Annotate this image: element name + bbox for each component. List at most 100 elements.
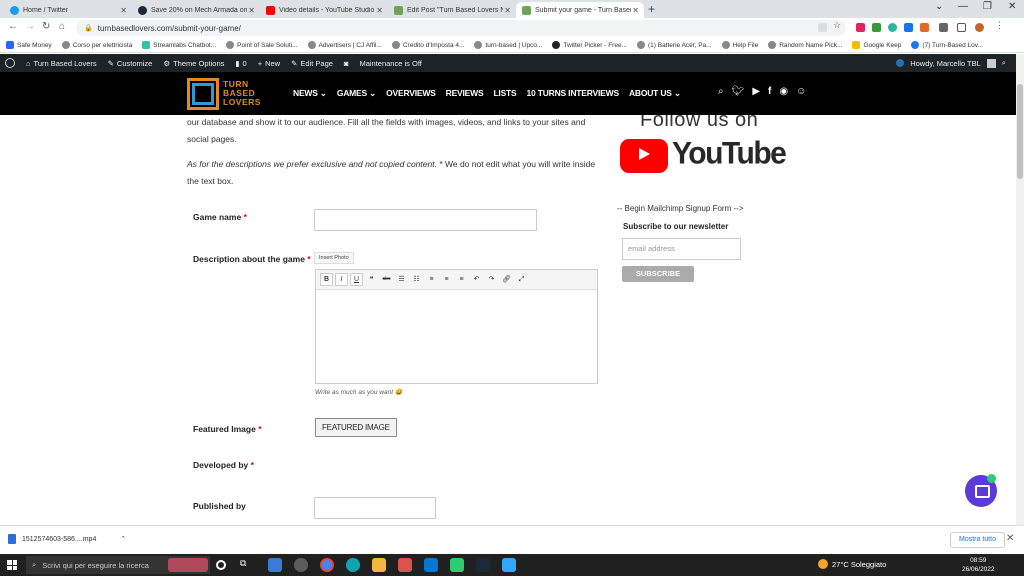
extension-new-icon[interactable]: [904, 23, 913, 32]
window-close-icon[interactable]: ✕: [1008, 1, 1016, 12]
underline-button[interactable]: U: [350, 273, 363, 286]
align-right-icon[interactable]: ≡: [455, 273, 468, 286]
italic-button[interactable]: I: [335, 273, 348, 286]
blockquote-icon[interactable]: ❝: [365, 273, 378, 286]
edge-icon[interactable]: [346, 558, 360, 572]
extension-icon[interactable]: [872, 23, 881, 32]
wp-new[interactable]: + New: [258, 59, 280, 68]
close-icon[interactable]: ✕: [248, 6, 255, 15]
bookmark-star-icon[interactable]: ☆: [833, 20, 842, 30]
bookmark-item[interactable]: Streamlabs Chatbot...: [142, 41, 216, 49]
menu-10-turns-interviews[interactable]: 10 TURNS INTERVIEWS: [527, 88, 620, 99]
published-by-input[interactable]: [314, 497, 436, 519]
wp-comments[interactable]: ▮ 0: [235, 59, 246, 68]
taskbar-clock[interactable]: 08:59 26/06/2022: [962, 556, 995, 574]
home-icon[interactable]: ⌂: [59, 21, 65, 32]
twitter-icon[interactable]: 🐦︎: [732, 86, 745, 97]
wp-customize[interactable]: ✎ Customize: [108, 59, 153, 68]
notification-icon[interactable]: [896, 59, 905, 67]
undo-icon[interactable]: ↶: [470, 273, 483, 286]
steam-icon[interactable]: ◉: [779, 86, 788, 97]
extensions-puzzle-icon[interactable]: [939, 23, 948, 32]
back-icon[interactable]: ←: [8, 21, 18, 32]
photoshop-icon[interactable]: [502, 558, 516, 572]
close-icon[interactable]: ✕: [632, 6, 639, 15]
taskbar-app-icon[interactable]: [294, 558, 308, 572]
bookmark-item[interactable]: Twitter Picker - Free...: [552, 41, 627, 49]
extension-icon[interactable]: [920, 23, 929, 32]
scrollbar-thumb[interactable]: [1017, 84, 1023, 179]
minimize-icon[interactable]: —: [958, 1, 968, 12]
wp-logo-menu[interactable]: [5, 58, 15, 68]
wp-maintenance[interactable]: Maintenance is Off: [359, 59, 421, 68]
page-scrollbar[interactable]: [1016, 54, 1024, 525]
bookmark-item[interactable]: Point of Sale Soluti...: [226, 41, 298, 49]
facebook-icon[interactable]: f: [768, 86, 771, 97]
windows-start-icon[interactable]: [7, 560, 17, 570]
tab-edit-post[interactable]: Edit Post "Turn Based Lovers Ne ✕: [388, 2, 516, 18]
menu-reviews[interactable]: REVIEWS: [446, 88, 484, 99]
tab-twitter[interactable]: Home / Twitter ✕: [4, 2, 132, 18]
menu-about-us[interactable]: ABOUT US ⌄: [629, 88, 681, 99]
bookmark-item[interactable]: Corso per elettricista: [61, 41, 132, 49]
close-icon[interactable]: ✕: [376, 6, 383, 15]
bookmark-item[interactable]: (7) Turn-Based Lov...: [911, 41, 983, 49]
numbered-list-icon[interactable]: ☷: [410, 273, 423, 286]
taskbar-app-icon[interactable]: [450, 558, 464, 572]
wp-theme-options[interactable]: ⚙ Theme Options: [163, 59, 224, 68]
menu-dots-icon[interactable]: ⋮: [995, 20, 1004, 30]
menu-lists[interactable]: LISTS: [493, 88, 516, 99]
site-logo[interactable]: TURN BASED LOVERS: [187, 76, 269, 112]
bookmark-item[interactable]: Google Keep: [852, 41, 901, 49]
share-icon[interactable]: [818, 23, 827, 32]
cortana-icon[interactable]: [216, 560, 226, 570]
menu-news[interactable]: NEWS ⌄: [293, 88, 327, 99]
bookmark-item[interactable]: Help File: [721, 41, 758, 49]
weather-widget[interactable]: 27°C Soleggiato: [818, 559, 886, 569]
tab-steam[interactable]: Save 20% on Mech Armada on S ✕: [132, 2, 260, 18]
pocket-icon[interactable]: [856, 23, 865, 32]
show-all-downloads-button[interactable]: Mostra tutto: [950, 532, 1005, 548]
menu-games[interactable]: GAMES ⌄: [337, 88, 376, 99]
featured-image-button[interactable]: FEATURED IMAGE: [315, 418, 397, 437]
redo-icon[interactable]: ↷: [485, 273, 498, 286]
bullet-list-icon[interactable]: ☰: [395, 273, 408, 286]
discord-icon[interactable]: ☺: [796, 86, 806, 97]
download-item[interactable]: 1512574603-586....mp4 ⌃: [8, 534, 126, 544]
bookmark-item[interactable]: turn-based | Upco...: [474, 41, 542, 49]
grammarly-icon[interactable]: [888, 23, 897, 32]
task-view-icon[interactable]: ⧉: [240, 558, 254, 572]
align-left-icon[interactable]: ≡: [425, 273, 438, 286]
howdy-user[interactable]: Howdy, Marcello TBL: [910, 59, 981, 68]
editor-text-area[interactable]: [316, 290, 597, 383]
steam-icon[interactable]: [476, 558, 490, 572]
subscribe-button[interactable]: SUBSCRIBE: [622, 266, 694, 282]
search-icon[interactable]: ⌕: [718, 86, 724, 97]
close-icon[interactable]: ✕: [1006, 533, 1014, 544]
forward-icon[interactable]: →: [25, 21, 35, 32]
bold-button[interactable]: B: [320, 273, 333, 286]
tab-submit-game[interactable]: Submit your game - Turn Based ✕: [516, 2, 644, 18]
tab-search-icon[interactable]: ⌄: [935, 1, 943, 12]
new-tab-button[interactable]: +: [648, 2, 655, 16]
reload-icon[interactable]: ↻: [42, 21, 50, 32]
youtube-logo-link[interactable]: YouTube: [620, 136, 787, 177]
taskbar-app-icon[interactable]: [268, 558, 282, 572]
align-center-icon[interactable]: ≡: [440, 273, 453, 286]
bookmark-item[interactable]: Credito d'Imposta 4...: [391, 41, 464, 49]
game-name-input[interactable]: [314, 209, 537, 231]
side-panel-icon[interactable]: [957, 23, 966, 32]
file-explorer-icon[interactable]: [372, 558, 386, 572]
restore-icon[interactable]: ❐: [983, 1, 992, 12]
close-icon[interactable]: ✕: [504, 6, 511, 15]
store-icon[interactable]: [424, 558, 438, 572]
strikethrough-icon[interactable]: abc: [380, 273, 393, 286]
newsletter-email-input[interactable]: email address: [622, 238, 741, 260]
wp-plugin[interactable]: ◙: [344, 59, 349, 68]
avatar[interactable]: [986, 58, 996, 68]
tab-youtube-studio[interactable]: Video details - YouTube Studio ✕: [260, 2, 388, 18]
address-bar[interactable]: 🔒 turnbasedlovers.com/submit-your-game/: [76, 20, 846, 36]
taskbar-app-icon[interactable]: [398, 558, 412, 572]
insert-photo-button[interactable]: Insert Photo: [314, 252, 354, 264]
youtube-icon[interactable]: ▶: [752, 86, 760, 97]
